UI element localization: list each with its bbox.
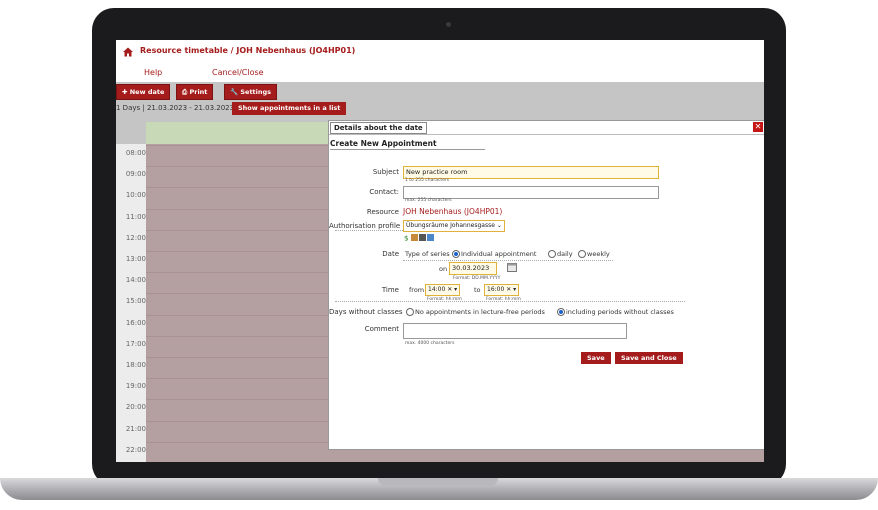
laptop-notch xyxy=(378,478,498,486)
time-slot-label: 11:00 xyxy=(125,212,146,221)
date-format-hint: Format: DD.MM.YYYY xyxy=(453,276,501,281)
time-slot-label: 22:00 xyxy=(125,445,146,454)
days-without-classes-label: Days without classes xyxy=(329,308,403,316)
people-icon[interactable] xyxy=(411,234,418,241)
time-slot-label: 14:00 xyxy=(125,276,146,285)
auth-underline xyxy=(335,230,403,231)
series-individual-label[interactable]: Individual appointment xyxy=(461,250,536,258)
time-slot-label: 17:00 xyxy=(125,339,146,348)
wrench-icon: 🔧 xyxy=(230,88,241,96)
dialog-heading: Create New Appointment xyxy=(330,139,437,148)
help-link[interactable]: Help xyxy=(144,68,162,77)
series-underline xyxy=(403,260,613,261)
time-slot-label: 12:00 xyxy=(125,233,146,242)
screen: Resource timetable / JOH Nebenhaus (JO4H… xyxy=(116,40,764,462)
time-slot-label: 18:00 xyxy=(125,361,146,369)
new-date-button[interactable]: ✚ New date xyxy=(116,84,171,100)
app-header: Resource timetable / JOH Nebenhaus (JO4H… xyxy=(116,40,764,65)
series-weekly-label[interactable]: weekly xyxy=(587,250,610,258)
time-slot-label: 09:00 xyxy=(125,170,146,179)
time-slot-label: 19:00 xyxy=(125,382,146,391)
time-slot-label: 08:00 xyxy=(125,149,146,157)
series-daily-radio[interactable] xyxy=(548,250,556,258)
time-slot-label: 21:00 xyxy=(125,424,146,433)
time-slot-label: 20:00 xyxy=(125,403,146,412)
no-appointments-label[interactable]: No appointments in lecture-free periods xyxy=(415,308,545,316)
camera-icon xyxy=(446,22,451,27)
menu-bar: Help Cancel/Close xyxy=(116,64,764,82)
days-top-line xyxy=(335,301,685,302)
contact-hint: max. 255 characters xyxy=(405,198,452,203)
no-appointments-radio[interactable] xyxy=(406,308,414,316)
date-range: 1 Days | 21.03.2023 - 21.03.2023 xyxy=(116,104,235,112)
from-time-value: 14:00 xyxy=(428,286,446,293)
print-button[interactable]: ⎙ Print xyxy=(176,84,214,100)
new-date-label: New date xyxy=(129,88,165,96)
including-periods-radio[interactable] xyxy=(557,308,565,316)
comment-textarea[interactable] xyxy=(403,323,627,339)
date-input[interactable]: 30.03.2023 xyxy=(449,262,497,275)
dollar-icon[interactable]: $ xyxy=(403,234,410,242)
from-time-input[interactable]: 14:00 ✕ ▾ xyxy=(425,284,461,296)
series-individual-radio[interactable] xyxy=(452,250,460,258)
resource-value: JOH Nebenhaus (JO4HP01) xyxy=(403,207,503,216)
resource-label: Resource xyxy=(366,208,399,216)
calendar-icon[interactable] xyxy=(507,262,517,272)
time-slot-label: 10:00 xyxy=(125,191,146,200)
close-icon[interactable]: ✕ xyxy=(753,122,763,132)
time-slot-label: 16:00 xyxy=(125,318,146,327)
auth-profile-value: Übungsräume Johannesgasse xyxy=(406,222,495,229)
date-label: Date xyxy=(382,250,399,258)
save-button[interactable]: Save xyxy=(581,352,611,364)
to-time-input[interactable]: 16:00 ✕ ▾ xyxy=(484,284,520,296)
breadcrumb[interactable]: Resource timetable / JOH Nebenhaus (JO4H… xyxy=(140,46,355,55)
save-and-close-button[interactable]: Save and Close xyxy=(615,352,683,364)
from-label: from xyxy=(409,286,425,294)
settings-label: Settings xyxy=(240,88,272,96)
dialog-title: Details about the date xyxy=(330,122,427,134)
type-of-series-label: Type of series xyxy=(405,250,450,258)
time-label: Time xyxy=(381,286,399,294)
subject-label: Subject xyxy=(372,168,399,176)
contact-label: Contact: xyxy=(369,188,399,196)
comment-label: Comment xyxy=(364,325,399,333)
screen-icon[interactable] xyxy=(427,234,434,241)
settings-button[interactable]: 🔧 Settings xyxy=(224,84,278,100)
comment-hint: max. 4000 characters xyxy=(405,341,455,346)
print-label: Print xyxy=(189,88,208,96)
equipment-icon[interactable] xyxy=(419,234,426,241)
appointment-dialog: Details about the date ✕ Create New Appo… xyxy=(328,120,764,450)
auth-profile-select[interactable]: Übungsräume Johannesgasse ⌄ xyxy=(403,220,505,232)
series-daily-label[interactable]: daily xyxy=(557,250,573,258)
cancel-close-link[interactable]: Cancel/Close xyxy=(212,68,264,77)
auth-profile-label: Authorisation profile xyxy=(329,222,401,230)
time-slot-label: 13:00 xyxy=(125,255,146,263)
to-label: to xyxy=(474,286,481,294)
on-label: on xyxy=(439,265,448,273)
dialog-titlebar: Details about the date ✕ xyxy=(329,121,764,135)
time-slot-label: 15:00 xyxy=(125,297,146,306)
subject-hint: 1 to 255 characters xyxy=(405,178,450,183)
including-periods-label[interactable]: including periods without classes xyxy=(566,308,674,316)
svg-text:$: $ xyxy=(404,235,408,242)
home-icon[interactable] xyxy=(122,46,134,58)
to-time-value: 16:00 xyxy=(487,286,505,293)
heading-divider xyxy=(330,149,485,150)
show-list-button[interactable]: Show appointments in a list xyxy=(232,102,347,115)
plus-icon: ✚ xyxy=(122,88,130,96)
series-weekly-radio[interactable] xyxy=(578,250,586,258)
